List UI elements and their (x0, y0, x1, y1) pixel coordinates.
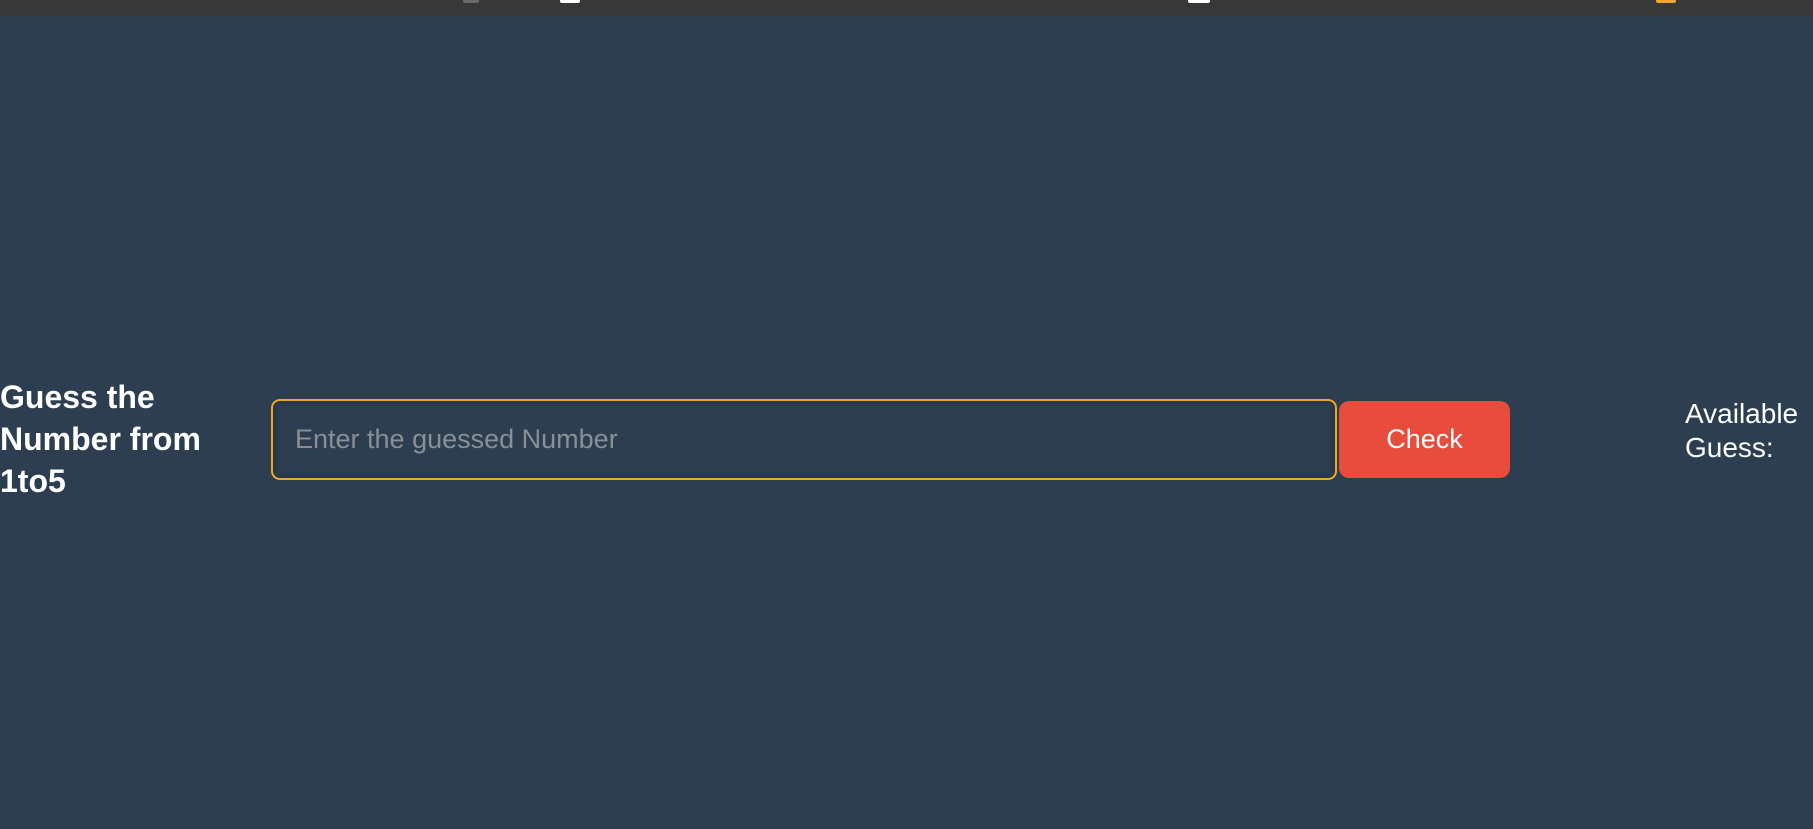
strip-mark (1656, 0, 1676, 3)
available-guess-label: Guess: (1685, 432, 1774, 463)
available-guess-label: Available (1685, 398, 1799, 429)
top-strip (0, 0, 1813, 16)
available-guess: Available Guess: (1685, 397, 1813, 465)
title-line: 1to5 (0, 463, 66, 499)
strip-mark (1188, 0, 1210, 3)
page-title: Guess the Number from 1to5 (0, 376, 240, 502)
strip-mark (463, 0, 479, 3)
title-line: Number from (0, 421, 201, 457)
guess-input[interactable] (271, 399, 1337, 480)
title-line: Guess the (0, 379, 155, 415)
strip-mark (560, 0, 580, 3)
check-button[interactable]: Check (1339, 401, 1510, 478)
